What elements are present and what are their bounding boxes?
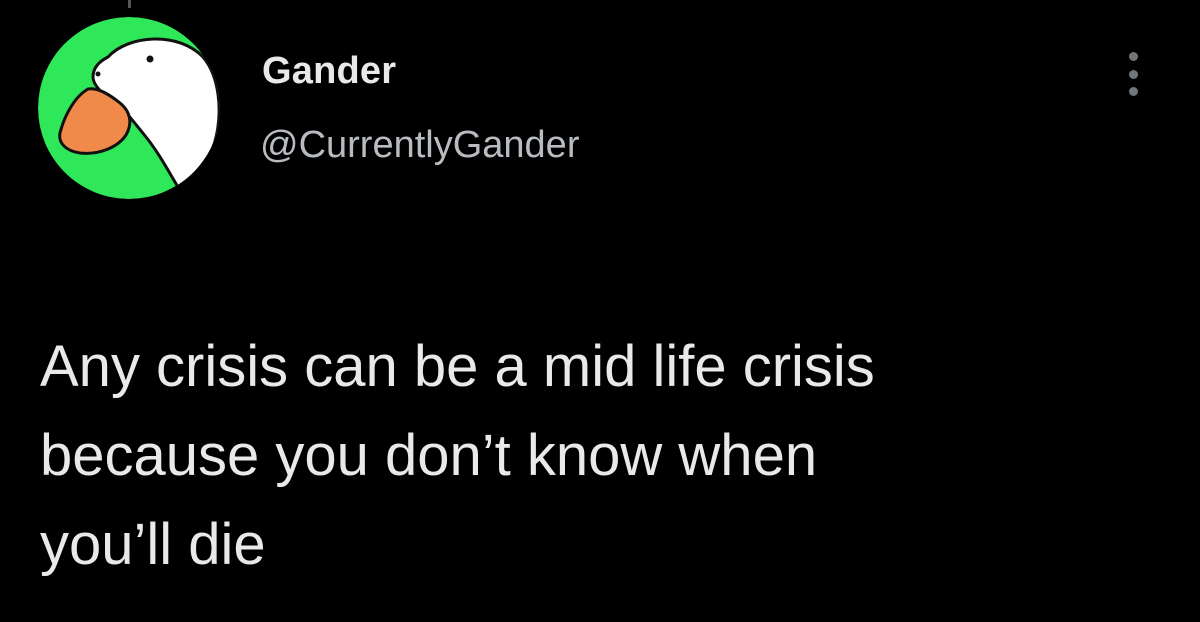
tweet-text: Any crisis can be a mid life crisis beca… [40, 322, 1160, 589]
tweet-card: Gander @CurrentlyGander Any crisis can b… [0, 0, 1200, 622]
display-name[interactable]: Gander [262, 50, 396, 93]
tweet-text-line: you’ll die [40, 512, 266, 577]
goose-icon [38, 17, 220, 199]
more-options-icon [1128, 52, 1138, 61]
user-handle[interactable]: @CurrentlyGander [260, 124, 579, 167]
tweet-text-line: because you don’t know when [40, 423, 818, 488]
avatar[interactable] [38, 17, 220, 199]
divider [128, 0, 131, 8]
more-options-icon [1128, 69, 1138, 79]
tweet-text-line: Any crisis can be a mid life crisis [40, 334, 875, 399]
more-options-button[interactable] [1113, 46, 1153, 102]
more-options-icon [1128, 87, 1138, 96]
